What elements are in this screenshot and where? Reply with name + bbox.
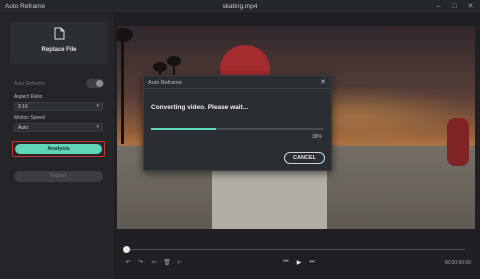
- dialog-message: Converting video. Please wait...: [151, 104, 249, 111]
- playhead-handle[interactable]: [123, 246, 130, 253]
- close-window-button[interactable]: ✕: [465, 2, 476, 12]
- window-controls: – □ ✕: [433, 2, 476, 12]
- analysis-highlight: Analysis: [12, 141, 105, 157]
- dialog-title: Auto Reframe: [148, 80, 182, 86]
- converting-dialog: Auto Reframe ✕ Converting video. Please …: [143, 75, 332, 171]
- motion-speed-label: Motion Speed: [14, 115, 45, 121]
- auto-reframe-label: Auto Reframe: [14, 81, 45, 87]
- file-icon: [54, 27, 65, 40]
- progress-percent: 38%: [311, 134, 322, 140]
- chevron-down-icon: ▾: [96, 124, 99, 130]
- progress-fill: [151, 128, 217, 130]
- aspect-ratio-select[interactable]: 9:16 ▾: [14, 102, 103, 111]
- cancel-button[interactable]: CANCEL: [284, 152, 325, 164]
- next-frame-icon[interactable]: ⏭: [307, 259, 317, 266]
- play-icon[interactable]: ▶: [294, 259, 304, 266]
- title-bar: Auto Reframe skating.mp4 – □ ✕: [0, 0, 480, 14]
- redo-icon[interactable]: ↷: [136, 259, 146, 266]
- auto-reframe-toggle[interactable]: [86, 79, 104, 88]
- aspect-ratio-label: Aspect Ratio: [14, 94, 43, 100]
- delete-icon[interactable]: 🗑: [162, 259, 172, 266]
- aspect-ratio-value: 9:16: [18, 104, 28, 110]
- progress-bar: [151, 128, 323, 130]
- file-title: skating.mp4: [222, 3, 258, 10]
- replace-file-label: Replace File: [41, 47, 77, 53]
- chevron-down-icon: ▾: [96, 103, 99, 109]
- timecode: 00:00:00:00: [444, 260, 471, 266]
- analysis-button[interactable]: Analysis: [15, 144, 102, 154]
- close-icon[interactable]: ✕: [320, 78, 326, 86]
- undo-icon[interactable]: ↶: [123, 259, 133, 266]
- dialog-divider: [144, 88, 331, 89]
- settings-sidebar: Replace File Auto Reframe Aspect Ratio 9…: [0, 14, 114, 279]
- minimize-button[interactable]: –: [433, 2, 444, 12]
- toggle-knob: [96, 80, 103, 87]
- timeline-track[interactable]: [127, 249, 465, 250]
- split-icon[interactable]: ⊢: [175, 259, 185, 266]
- playback-bar: ↶ ↷ ✂ 🗑 ⊢ ⏮ ▶ ⏭ 00:00:00:00: [117, 229, 475, 279]
- motion-speed-value: Auto: [18, 125, 29, 131]
- maximize-button[interactable]: □: [449, 2, 460, 12]
- prev-frame-icon[interactable]: ⏮: [281, 259, 291, 266]
- cut-icon[interactable]: ✂: [149, 259, 159, 266]
- replace-file-button[interactable]: Replace File: [10, 22, 108, 64]
- auto-reframe-row: Auto Reframe: [14, 79, 104, 89]
- export-button[interactable]: Export: [14, 171, 103, 182]
- motion-speed-select[interactable]: Auto ▾: [14, 123, 103, 132]
